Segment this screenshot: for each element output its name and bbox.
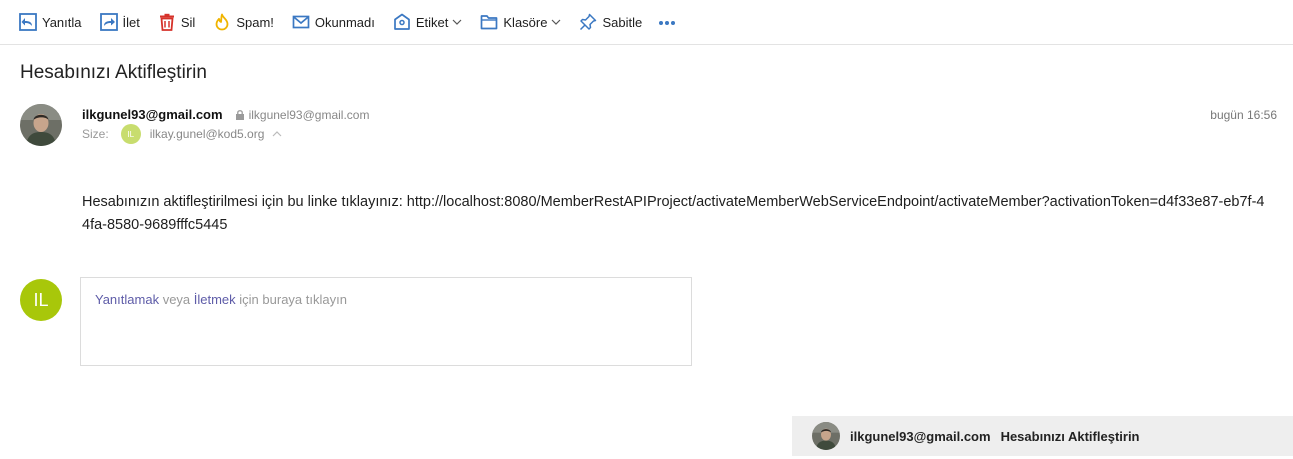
recipient-label: Size: bbox=[82, 127, 109, 141]
more-dots-icon bbox=[658, 13, 676, 31]
reply-link[interactable]: Yanıtlamak bbox=[95, 292, 159, 307]
message-toolbar: Yanıtla İlet Sil Spam! Okunmadı Etiket K… bbox=[0, 0, 1293, 45]
recipient-avatar: IL bbox=[120, 124, 141, 144]
minimized-sender: ilkgunel93@gmail.com bbox=[850, 428, 991, 444]
email-subject: Hesabınızı Aktifleştirin bbox=[20, 62, 207, 83]
spam-button[interactable]: Spam! bbox=[213, 8, 274, 36]
flame-icon bbox=[213, 13, 231, 31]
email-date: bugün 16:56 bbox=[1210, 108, 1277, 122]
label-button[interactable]: Etiket bbox=[393, 8, 463, 36]
delete-button[interactable]: Sil bbox=[158, 8, 195, 36]
forward-icon bbox=[99, 13, 118, 31]
label-label: Etiket bbox=[415, 14, 449, 30]
email-body: Hesabınızın aktifleştirilmesi için bu li… bbox=[82, 194, 1265, 233]
folder-label: Klasöre bbox=[503, 14, 548, 30]
mark-unread-button[interactable]: Okunmadı bbox=[292, 8, 375, 36]
trash-icon bbox=[158, 13, 176, 31]
more-actions-button[interactable] bbox=[658, 8, 676, 36]
recipient-line: Size: IL ilkay.gunel@kod5.org bbox=[82, 124, 282, 144]
tag-icon bbox=[393, 13, 411, 31]
pin-button[interactable]: Sabitle bbox=[579, 8, 642, 36]
quick-reply-box[interactable]: Yanıtlamak veya İletmek için buraya tıkl… bbox=[80, 277, 692, 366]
unread-label: Okunmadı bbox=[314, 14, 375, 30]
forward-label: İlet bbox=[122, 14, 140, 30]
forward-button[interactable]: İlet bbox=[99, 8, 140, 36]
chevron-down-icon bbox=[452, 17, 462, 27]
reply-or-text: veya bbox=[159, 292, 194, 307]
chevron-up-icon[interactable] bbox=[272, 130, 282, 138]
envelope-icon bbox=[292, 13, 310, 31]
delete-label: Sil bbox=[180, 14, 196, 30]
pin-icon bbox=[579, 13, 597, 31]
pin-label: Sabitle bbox=[602, 14, 643, 30]
sender-address: ilkgunel93@gmail.com bbox=[248, 107, 370, 122]
lock-icon bbox=[235, 109, 245, 120]
minimized-message-bar[interactable]: ilkgunel93@gmail.com Hesabınızı Aktifleşt… bbox=[792, 416, 1293, 456]
chevron-down-icon bbox=[551, 17, 561, 27]
forward-link[interactable]: İletmek bbox=[194, 292, 236, 307]
move-to-folder-button[interactable]: Klasöre bbox=[480, 8, 561, 36]
spam-label: Spam! bbox=[236, 14, 274, 30]
sender-avatar[interactable] bbox=[20, 104, 62, 146]
sender-line: ilkgunel93@gmail.com ilkgunel93@gmail.co… bbox=[82, 107, 369, 122]
user-avatar: IL bbox=[20, 279, 62, 321]
folder-icon bbox=[480, 13, 498, 31]
minimized-subject: Hesabınızı Aktifleştirin bbox=[1000, 428, 1140, 444]
reply-label: Yanıtla bbox=[42, 14, 82, 30]
bottom-sender-avatar bbox=[812, 422, 840, 450]
sender-name[interactable]: ilkgunel93@gmail.com bbox=[82, 107, 223, 122]
recipient-address[interactable]: ilkay.gunel@kod5.org bbox=[150, 127, 265, 141]
reply-suffix-text: için buraya tıklayın bbox=[235, 292, 347, 307]
reply-icon bbox=[19, 13, 37, 31]
minimized-message-text: ilkgunel93@gmail.com Hesabınızı Aktifleşt… bbox=[850, 429, 1140, 444]
reply-button[interactable]: Yanıtla bbox=[19, 8, 82, 36]
